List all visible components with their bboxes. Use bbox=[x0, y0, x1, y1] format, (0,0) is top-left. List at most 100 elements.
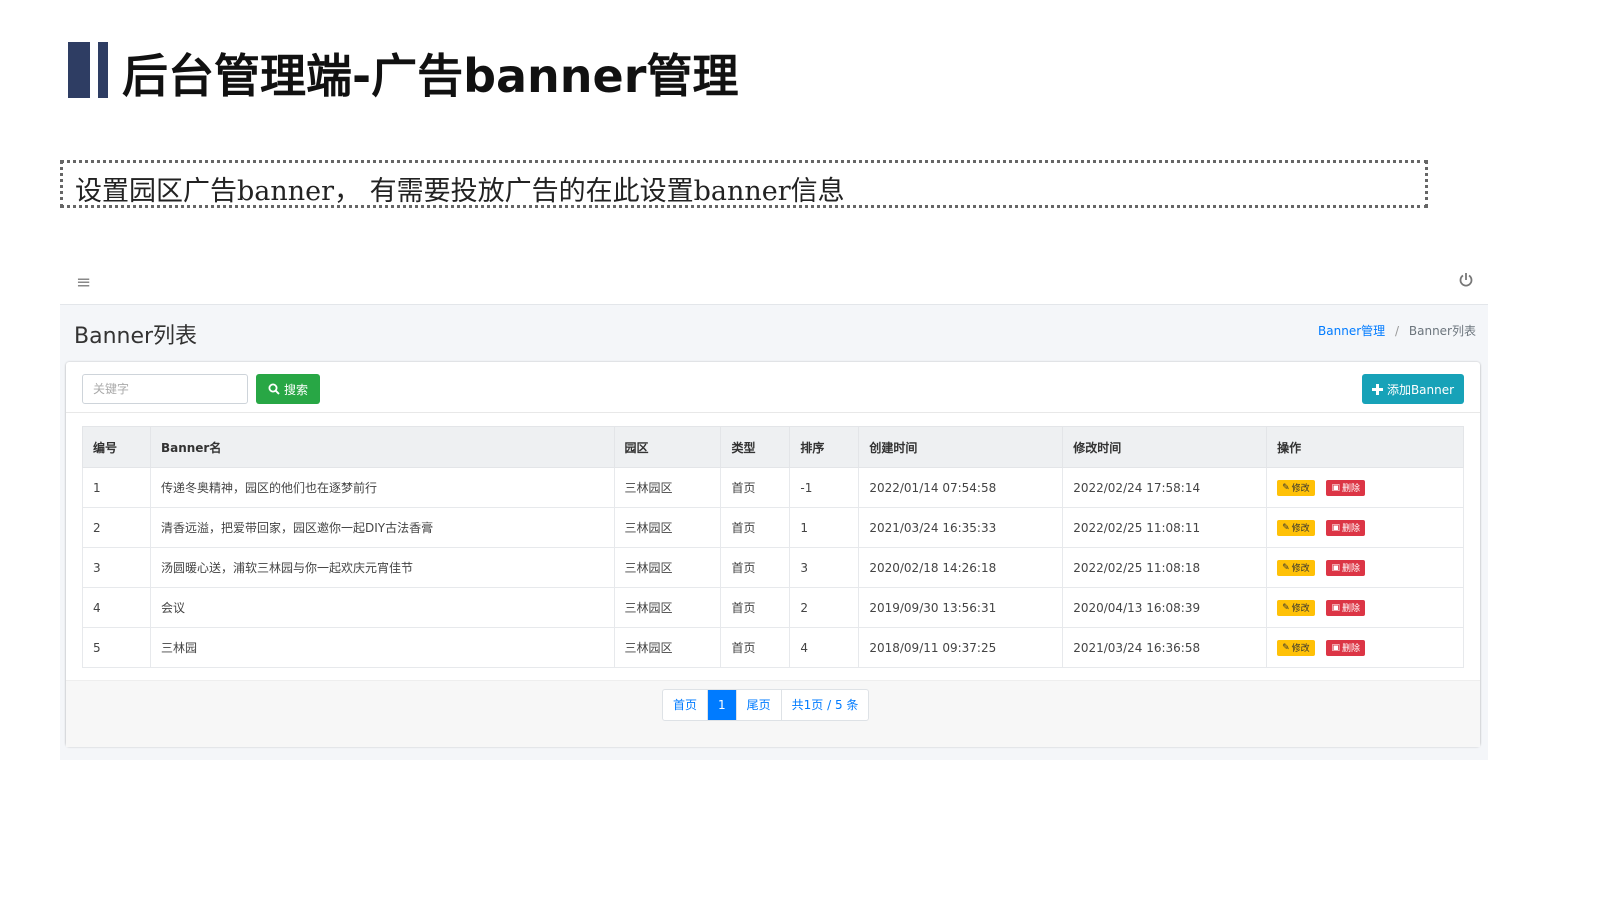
edit-button[interactable]: ✎ 修改 bbox=[1277, 519, 1315, 536]
cell-type: 首页 bbox=[720, 467, 791, 508]
trash-icon: ▣ bbox=[1331, 562, 1340, 573]
pagination: 首页 1 尾页 共1页 / 5 条 bbox=[662, 689, 870, 721]
add-banner-label: 添加Banner bbox=[1386, 382, 1455, 397]
column-header[interactable]: 园区 bbox=[613, 426, 722, 468]
edit-button[interactable]: ✎ 修改 bbox=[1277, 479, 1315, 496]
column-header: 操作 bbox=[1266, 426, 1464, 468]
column-header[interactable]: 排序 bbox=[789, 426, 860, 468]
table-header-row: 编号 Banner名 园区 类型 排序 创建时间 修改时间 操作 bbox=[82, 426, 1464, 468]
page-title: Banner列表 bbox=[74, 324, 198, 349]
table-row: 5 三林园 三林园区 首页 4 2018/09/11 09:37:25 2021… bbox=[82, 627, 1464, 668]
banner-list-card: 搜索 添加Banner 编号 Banner名 园区 类型 排序 bbox=[66, 362, 1480, 747]
power-icon[interactable] bbox=[1458, 272, 1474, 288]
add-banner-button[interactable]: 添加Banner bbox=[1362, 374, 1464, 404]
top-navbar: ≡ bbox=[60, 262, 1488, 305]
delete-button[interactable]: ▣ 删除 bbox=[1326, 519, 1366, 536]
slide-title: 后台管理端-广告banner管理 bbox=[122, 49, 739, 103]
cell-banner-name: 传递冬奥精神，园区的他们也在逐梦前行 bbox=[149, 467, 615, 508]
search-icon bbox=[268, 383, 280, 395]
title-accent-bar-wide bbox=[68, 42, 90, 98]
column-header[interactable]: 创建时间 bbox=[858, 426, 1064, 468]
edit-button[interactable]: ✎ 修改 bbox=[1277, 559, 1315, 576]
pagination-summary: 共1页 / 5 条 bbox=[791, 698, 859, 712]
column-header[interactable]: Banner名 bbox=[149, 426, 615, 468]
breadcrumb-separator: / bbox=[1395, 324, 1400, 338]
cell-id: 1 bbox=[82, 467, 151, 508]
trash-icon: ▣ bbox=[1331, 522, 1340, 533]
table-row: 4 会议 三林园区 首页 2 2019/09/30 13:56:31 2020/… bbox=[82, 587, 1464, 628]
cell-actions: ✎ 修改 ▣ 删除 bbox=[1266, 467, 1464, 508]
delete-button[interactable]: ▣ 删除 bbox=[1326, 599, 1366, 616]
cell-order: 4 bbox=[789, 627, 860, 668]
cell-type: 首页 bbox=[720, 507, 791, 548]
edit-icon: ✎ bbox=[1282, 482, 1290, 493]
trash-icon: ▣ bbox=[1331, 602, 1340, 613]
banner-table: 编号 Banner名 园区 类型 排序 创建时间 修改时间 操作 1 传递冬奥精… bbox=[82, 426, 1464, 668]
cell-modified: 2020/04/13 16:08:39 bbox=[1062, 587, 1268, 628]
pagination-page-current[interactable]: 1 bbox=[708, 690, 737, 720]
cell-created: 2020/02/18 14:26:18 bbox=[858, 547, 1064, 588]
pagination-first[interactable]: 首页 bbox=[663, 690, 709, 720]
cell-banner-name: 三林园 bbox=[149, 627, 615, 668]
trash-icon: ▣ bbox=[1331, 482, 1340, 493]
cell-park: 三林园区 bbox=[613, 467, 722, 508]
cell-banner-name: 清香远溢，把爱带回家，园区邀你一起DIY古法香膏 bbox=[149, 507, 615, 548]
breadcrumb-current: Banner列表 bbox=[1408, 324, 1476, 338]
description-box: 设置园区广告banner， 有需要投放广告的在此设置banner信息 bbox=[60, 160, 1428, 208]
cell-park: 三林园区 bbox=[613, 507, 722, 548]
delete-button[interactable]: ▣ 删除 bbox=[1326, 479, 1366, 496]
cell-park: 三林园区 bbox=[613, 547, 722, 588]
cell-modified: 2022/02/25 11:08:18 bbox=[1062, 547, 1268, 588]
cell-actions: ✎ 修改 ▣ 删除 bbox=[1266, 587, 1464, 628]
pagination-last[interactable]: 尾页 bbox=[737, 690, 782, 720]
cell-park: 三林园区 bbox=[613, 587, 722, 628]
edit-icon: ✎ bbox=[1282, 602, 1290, 613]
cell-banner-name: 会议 bbox=[149, 587, 615, 628]
cell-id: 2 bbox=[82, 507, 151, 548]
edit-icon: ✎ bbox=[1282, 562, 1290, 573]
cell-order: -1 bbox=[789, 467, 860, 508]
cell-actions: ✎ 修改 ▣ 删除 bbox=[1266, 627, 1464, 668]
delete-button[interactable]: ▣ 删除 bbox=[1326, 639, 1366, 656]
column-header[interactable]: 编号 bbox=[82, 426, 151, 468]
cell-order: 3 bbox=[789, 547, 860, 588]
cell-actions: ✎ 修改 ▣ 删除 bbox=[1266, 507, 1464, 548]
cell-actions: ✎ 修改 ▣ 删除 bbox=[1266, 547, 1464, 588]
delete-button[interactable]: ▣ 删除 bbox=[1326, 559, 1366, 576]
admin-app-window: ≡ Banner列表 Banner管理 / Banner列表 搜索 bbox=[60, 262, 1488, 760]
card-toolbar: 搜索 添加Banner bbox=[66, 362, 1480, 413]
cell-modified: 2022/02/25 11:08:11 bbox=[1062, 507, 1268, 548]
keyword-search-input[interactable] bbox=[82, 374, 248, 404]
cell-modified: 2021/03/24 16:36:58 bbox=[1062, 627, 1268, 668]
search-button[interactable]: 搜索 bbox=[256, 374, 320, 404]
description-text: 设置园区广告banner， 有需要投放广告的在此设置banner信息 bbox=[75, 176, 845, 207]
cell-id: 4 bbox=[82, 587, 151, 628]
cell-created: 2022/01/14 07:54:58 bbox=[858, 467, 1064, 508]
cell-id: 3 bbox=[82, 547, 151, 588]
cell-order: 1 bbox=[789, 507, 860, 548]
table-row: 2 清香远溢，把爱带回家，园区邀你一起DIY古法香膏 三林园区 首页 1 202… bbox=[82, 507, 1464, 548]
hamburger-icon[interactable]: ≡ bbox=[76, 272, 91, 293]
edit-button[interactable]: ✎ 修改 bbox=[1277, 599, 1315, 616]
cell-banner-name: 汤圆暖心送，浦软三林园与你一起欢庆元宵佳节 bbox=[149, 547, 615, 588]
cell-park: 三林园区 bbox=[613, 627, 722, 668]
edit-icon: ✎ bbox=[1282, 522, 1290, 533]
search-button-label: 搜索 bbox=[283, 382, 308, 397]
edit-icon: ✎ bbox=[1282, 642, 1290, 653]
column-header[interactable]: 类型 bbox=[720, 426, 791, 468]
column-header[interactable]: 修改时间 bbox=[1062, 426, 1268, 468]
cell-type: 首页 bbox=[720, 587, 791, 628]
cell-type: 首页 bbox=[720, 547, 791, 588]
title-accent-bar-narrow bbox=[98, 42, 108, 98]
cell-id: 5 bbox=[82, 627, 151, 668]
trash-icon: ▣ bbox=[1331, 642, 1340, 653]
table-row: 1 传递冬奥精神，园区的他们也在逐梦前行 三林园区 首页 -1 2022/01/… bbox=[82, 467, 1464, 508]
cell-created: 2021/03/24 16:35:33 bbox=[858, 507, 1064, 548]
card-footer: 首页 1 尾页 共1页 / 5 条 bbox=[66, 680, 1480, 747]
breadcrumb-banner-management[interactable]: Banner管理 bbox=[1318, 324, 1385, 338]
edit-button[interactable]: ✎ 修改 bbox=[1277, 639, 1315, 656]
cell-created: 2019/09/30 13:56:31 bbox=[858, 587, 1064, 628]
table-row: 3 汤圆暖心送，浦软三林园与你一起欢庆元宵佳节 三林园区 首页 3 2020/0… bbox=[82, 547, 1464, 588]
cell-modified: 2022/02/24 17:58:14 bbox=[1062, 467, 1268, 508]
cell-created: 2018/09/11 09:37:25 bbox=[858, 627, 1064, 668]
